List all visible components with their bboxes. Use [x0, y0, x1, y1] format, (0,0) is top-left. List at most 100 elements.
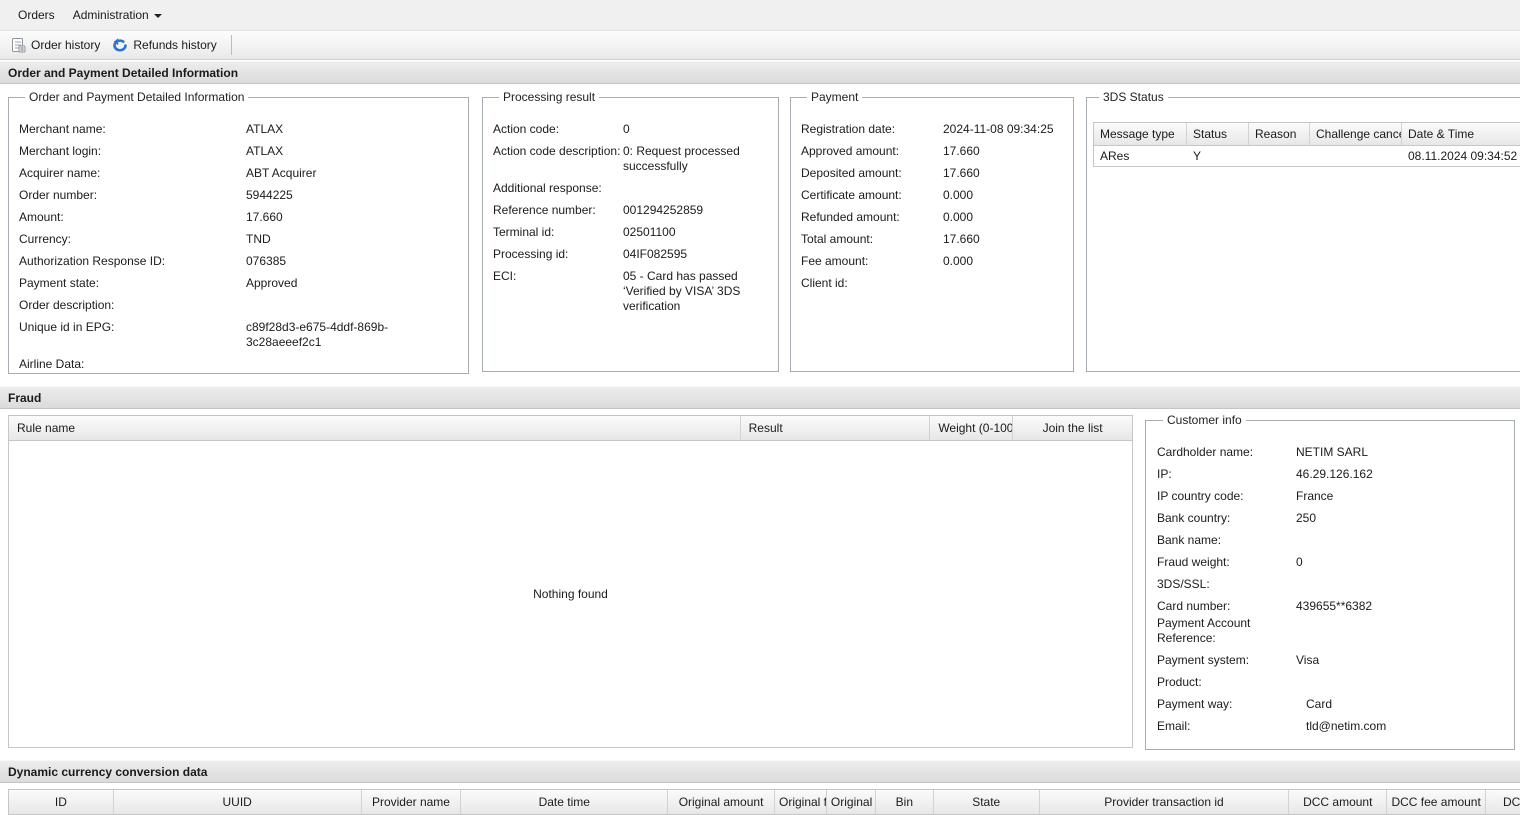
field-label: Email: [1157, 719, 1191, 733]
fraud-table-body: Nothing found [8, 441, 1133, 748]
field-label: Cardholder name: [1157, 445, 1254, 459]
field-payment-system: Payment system: Visa [1157, 653, 1506, 668]
col-original-fee[interactable]: Original f [775, 790, 827, 814]
field-3ds-ssl: 3DS/SSL: [1157, 577, 1506, 592]
field-value: 0 [1296, 555, 1303, 569]
field-label: IP: [1157, 467, 1172, 481]
col-date-time[interactable]: Date & Time [1402, 123, 1520, 145]
col-reason[interactable]: Reason [1249, 123, 1310, 145]
field-order-description: Order description: [19, 298, 460, 313]
field-label: Order description: [19, 298, 115, 312]
col-join-the-list[interactable]: Join the list [1013, 416, 1132, 440]
field-value: 0: Request processed successfully [623, 144, 740, 173]
field-total-amount: Total amount: 17.660 [801, 232, 1065, 247]
col-bin[interactable]: Bin [876, 790, 934, 814]
field-label: Deposited amount: [801, 166, 902, 180]
field-refunded-amount: Refunded amount: 0.000 [801, 210, 1065, 225]
field-value: 17.660 [246, 210, 283, 224]
field-label: Reference number: [493, 203, 596, 217]
field-value: 46.29.126.162 [1296, 467, 1373, 481]
menu-orders-label: Orders [18, 8, 55, 22]
order-history-button[interactable]: Order history [6, 34, 108, 56]
col-date-time[interactable]: Date time [461, 790, 669, 814]
menu-bar: Orders Administration [0, 0, 1520, 30]
field-payment-account-reference: Payment Account Reference: [1157, 616, 1506, 646]
field-airline-data: Airline Data: [19, 357, 460, 372]
field-value: Visa [1296, 653, 1320, 667]
col-provider-name[interactable]: Provider name [362, 790, 462, 814]
field-currency: Currency: TND [19, 232, 460, 247]
menu-orders[interactable]: Orders [10, 4, 65, 26]
refunds-history-icon [113, 38, 128, 52]
table-row[interactable]: ARes Y 08.11.2024 09:34:52 [1093, 146, 1520, 167]
fraud-table: Rule name Result Weight (0-100) Join the… [8, 415, 1133, 748]
field-amount: Amount: 17.660 [19, 210, 460, 225]
field-approved-amount: Approved amount: 17.660 [801, 144, 1065, 159]
field-value: Approved [246, 276, 298, 290]
payment-legend: Payment [811, 90, 859, 104]
col-result[interactable]: Result [741, 416, 931, 440]
field-label: Registration date: [801, 122, 896, 136]
field-product: Product: [1157, 675, 1506, 690]
order-history-label: Order history [31, 38, 101, 52]
field-value: 2024-11-08 09:34:25 [943, 122, 1054, 136]
field-value: ATLAX [246, 122, 284, 136]
field-deposited-amount: Deposited amount: 17.660 [801, 166, 1065, 181]
col-challenge-cancel[interactable]: Challenge cancel [1310, 123, 1402, 145]
field-payment-way: Payment way: Card [1157, 697, 1506, 712]
col-original-currency[interactable]: Original c [827, 790, 876, 814]
field-order-number: Order number: 5944225 [19, 188, 460, 203]
field-value: 439655**6382 [1296, 599, 1373, 613]
empty-state-text: Nothing found [533, 587, 608, 601]
field-label: Additional response: [493, 181, 602, 195]
field-value: 0.000 [943, 188, 974, 202]
field-auth-response-id: Authorization Response ID: 076385 [19, 254, 460, 269]
field-label: Payment system: [1157, 653, 1250, 667]
field-value: 0.000 [943, 210, 974, 224]
col-rule-name[interactable]: Rule name [9, 416, 741, 440]
cell-date-time: 08.11.2024 09:34:52 [1408, 149, 1518, 163]
col-weight[interactable]: Weight (0-100) [930, 416, 1014, 440]
col-message-type[interactable]: Message type [1094, 123, 1187, 145]
field-value: 001294252859 [623, 203, 704, 217]
field-unique-id-epg: Unique id in EPG: c89f28d3-e675-4ddf-869b… [19, 320, 460, 350]
field-label: IP country code: [1157, 489, 1244, 503]
field-label: Bank country: [1157, 511, 1231, 525]
col-id[interactable]: ID [9, 790, 114, 814]
refunds-history-button[interactable]: Refunds history [108, 34, 224, 56]
refunds-history-label: Refunds history [133, 38, 217, 52]
field-value: 076385 [246, 254, 287, 268]
col-original-amount[interactable]: Original amount [668, 790, 775, 814]
field-email: Email: tld@netim.com [1157, 719, 1506, 734]
field-label: Merchant name: [19, 122, 106, 136]
field-label: Card number: [1157, 599, 1231, 613]
menu-administration[interactable]: Administration [65, 4, 172, 26]
col-dcc-currency[interactable]: DCC [1486, 790, 1520, 814]
col-provider-transaction-id[interactable]: Provider transaction id [1040, 790, 1290, 814]
field-value: 5944225 [246, 188, 293, 202]
col-uuid[interactable]: UUID [114, 790, 362, 814]
field-client-id: Client id: [801, 276, 1065, 291]
field-label: Terminal id: [493, 225, 555, 239]
field-value: 17.660 [943, 144, 980, 158]
field-cardholder-name: Cardholder name: NETIM SARL [1157, 445, 1506, 460]
field-fraud-weight: Fraud weight: 0 [1157, 555, 1506, 570]
field-value: 0.000 [943, 254, 974, 268]
field-value: 02501100 [623, 225, 676, 239]
field-bank-name: Bank name: [1157, 533, 1506, 548]
field-label: Processing id: [493, 247, 569, 261]
field-registration-date: Registration date: 2024-11-08 09:34:25 [801, 122, 1065, 137]
col-status[interactable]: Status [1187, 123, 1249, 145]
field-label: Amount: [19, 210, 64, 224]
field-label: Fee amount: [801, 254, 869, 268]
field-value: TND [246, 232, 271, 246]
field-value: 17.660 [943, 166, 980, 180]
field-reference-number: Reference number: 001294252859 [493, 203, 770, 218]
field-value: 0 [623, 122, 630, 136]
col-dcc-amount[interactable]: DCC amount [1289, 790, 1388, 814]
field-payment-state: Payment state: Approved [19, 276, 460, 291]
field-label: ECI: [493, 269, 517, 283]
col-dcc-fee-amount[interactable]: DCC fee amount [1387, 790, 1487, 814]
col-state[interactable]: State [934, 790, 1040, 814]
field-value: 04IF082595 [623, 247, 688, 261]
